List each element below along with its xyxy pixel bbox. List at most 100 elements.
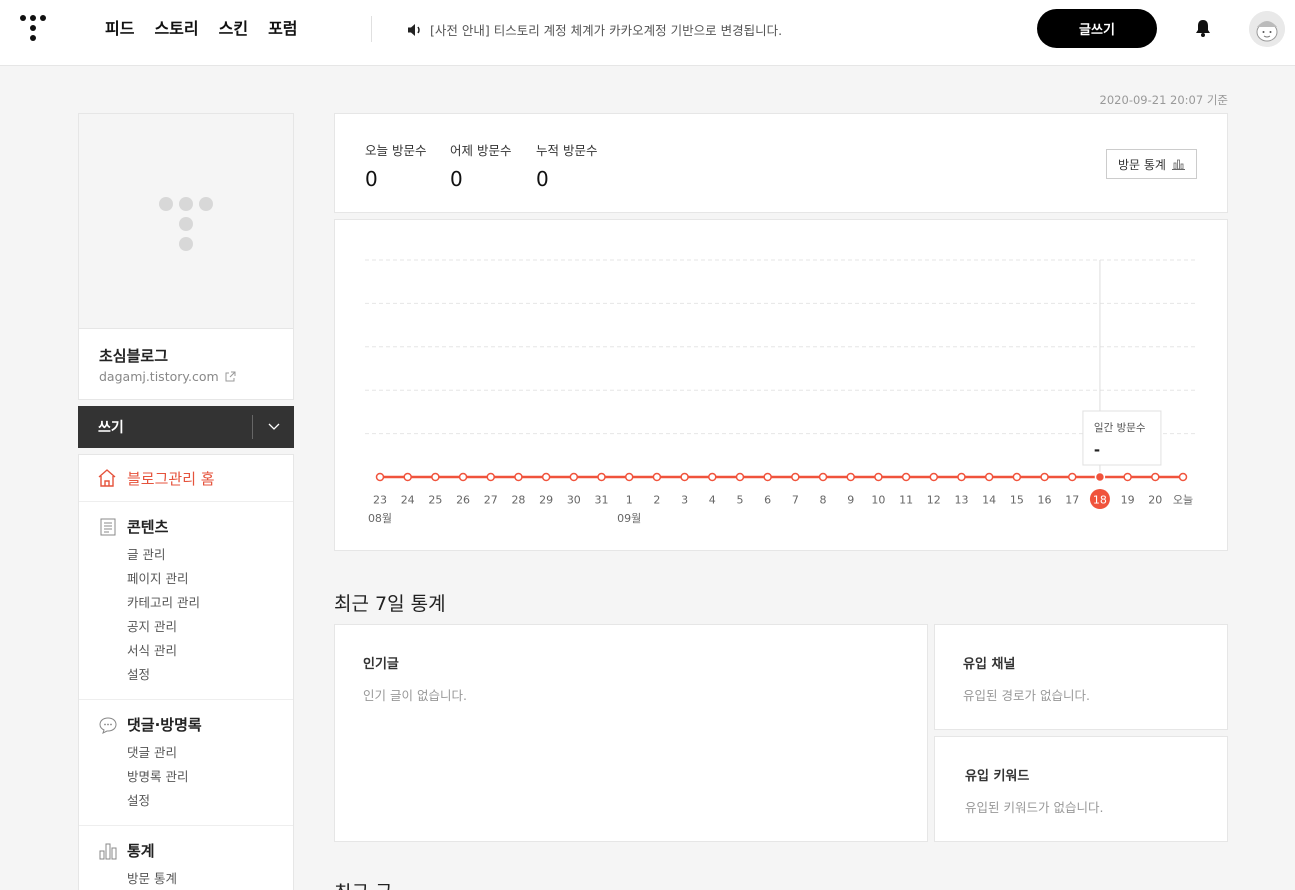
home-icon xyxy=(98,469,116,487)
chart-point xyxy=(708,472,717,482)
chart-x-tick-label: 19 xyxy=(1121,494,1135,507)
sidebar-title-label: 댓글·방명록 xyxy=(127,716,202,734)
chart-point xyxy=(818,472,828,482)
chart-x-tick-label: 23 xyxy=(373,494,387,507)
keyword-empty-text: 유입된 키워드가 없습니다. xyxy=(965,800,1104,815)
chart-x-tick-label: 7 xyxy=(792,494,799,507)
chart-x-tick-label: 12 xyxy=(927,494,941,507)
chart-x-tick-label: 25 xyxy=(428,494,442,507)
sidebar-title-comments[interactable]: 댓글·방명록 xyxy=(79,714,293,735)
sidebar-item-label: 블로그관리 홈 xyxy=(127,469,215,488)
chart-point xyxy=(431,472,440,482)
chart-point xyxy=(403,472,412,482)
chart-x-tick-label: 11 xyxy=(899,494,913,507)
visit-stats-button-label: 방문 통계 xyxy=(1118,157,1166,172)
avatar[interactable] xyxy=(1249,11,1285,47)
chart-month-label: 08월 xyxy=(368,512,392,525)
top-header: 피드 스토리 스킨 포럼 [사전 안내] 티스토리 계정 체계가 카카오계정 기… xyxy=(0,0,1295,66)
sidebar-item-notice-manage[interactable]: 공지 관리 xyxy=(79,615,293,639)
stat-today-value: 0 xyxy=(365,167,378,191)
chart-x-tick-label: 27 xyxy=(484,494,498,507)
chart-x-tick-label: 30 xyxy=(567,494,581,507)
blog-name[interactable]: 초심블로그 xyxy=(99,345,168,366)
blog-profile-card: 초심블로그 dagamj.tistory.com xyxy=(78,113,294,400)
chart-x-tick-label: 8 xyxy=(820,494,827,507)
nav-skin[interactable]: 스킨 xyxy=(219,18,248,40)
visit-stats-button[interactable]: 방문 통계 xyxy=(1106,149,1197,179)
sidebar-title-stats[interactable]: 통계 xyxy=(79,840,293,861)
chart-x-tick-label: 3 xyxy=(681,494,688,507)
chart-point xyxy=(541,472,551,482)
chart-x-tick-label: 9 xyxy=(847,494,854,507)
chart-x-tick-label: 29 xyxy=(539,494,553,507)
bell-icon[interactable] xyxy=(1193,18,1213,38)
sidebar-section-comments: 댓글·방명록 댓글 관리 방명록 관리 설정 xyxy=(79,700,293,826)
notice-banner[interactable]: [사전 안내] 티스토리 계정 체계가 카카오계정 기반으로 변경됩니다. xyxy=(407,20,782,39)
sidebar-item-guestbook-manage[interactable]: 방명록 관리 xyxy=(79,765,293,789)
chart-point xyxy=(957,472,966,482)
chart-x-tick-label: 14 xyxy=(982,494,996,507)
write-dropdown-button[interactable] xyxy=(253,423,294,431)
chart-x-tick-label: 16 xyxy=(1038,494,1052,507)
chart-x-tick-label: 10 xyxy=(871,494,885,507)
chart-month-label: 09월 xyxy=(617,512,641,525)
recent-posts-title: 최근 글 xyxy=(334,878,392,890)
chart-point xyxy=(735,472,745,482)
chart-point xyxy=(929,472,939,482)
sidebar-item-category-manage[interactable]: 카테고리 관리 xyxy=(79,591,293,615)
sidebar-item-visit-stats[interactable]: 방문 통계 xyxy=(79,867,293,890)
chart-point xyxy=(624,472,634,482)
write-post-button[interactable]: 글쓰기 xyxy=(1037,9,1157,48)
nav-feed[interactable]: 피드 xyxy=(105,18,134,40)
chart-x-tick-label: 20 xyxy=(1148,494,1162,507)
chart-point xyxy=(763,472,772,482)
chart-x-tick-label: 2 xyxy=(653,494,660,507)
nav-story[interactable]: 스토리 xyxy=(154,18,198,40)
sidebar-item-template-manage[interactable]: 서식 관리 xyxy=(79,639,293,663)
header-divider xyxy=(371,16,372,42)
recent7-title: 최근 7일 통계 xyxy=(334,593,446,615)
sidebar-item-page-manage[interactable]: 페이지 관리 xyxy=(79,567,293,591)
chart-point xyxy=(874,472,883,482)
bar-chart-icon xyxy=(99,843,117,859)
sidebar-title-label: 통계 xyxy=(127,842,155,860)
blog-profile-image xyxy=(79,114,293,329)
sidebar-item-contents-settings[interactable]: 설정 xyxy=(79,663,293,687)
chart-tooltip-value: - xyxy=(1094,441,1100,459)
stat-yesterday-label: 어제 방문수 xyxy=(450,143,512,158)
speech-bubble-icon xyxy=(99,716,117,734)
chart-x-tick-label: 26 xyxy=(456,494,470,507)
write-bar: 쓰기 xyxy=(78,406,294,448)
chart-x-tick-label: 15 xyxy=(1010,494,1024,507)
keyword-title: 유입 키워드 xyxy=(965,769,1030,784)
sidebar-item-post-manage[interactable]: 글 관리 xyxy=(79,543,293,567)
blog-url-link[interactable]: dagamj.tistory.com xyxy=(99,369,236,384)
popular-posts-card: 인기글 인기 글이 없습니다. xyxy=(334,624,928,842)
chevron-down-icon xyxy=(268,423,279,430)
visit-summary-card: 오늘 방문수 0 어제 방문수 0 누적 방문수 0 방문 통계 xyxy=(334,113,1228,213)
speaker-icon xyxy=(408,23,420,36)
chart-point xyxy=(597,472,606,482)
chart-point xyxy=(569,472,579,482)
chart-point xyxy=(1178,472,1188,482)
tistory-logo[interactable] xyxy=(20,15,46,43)
document-icon xyxy=(100,518,116,535)
channel-title: 유입 채널 xyxy=(963,657,1016,672)
chart-point-highlight xyxy=(1094,471,1106,483)
nav-forum[interactable]: 포럼 xyxy=(268,18,297,40)
sidebar-item-comments-settings[interactable]: 설정 xyxy=(79,789,293,813)
chart-x-tick-label: 오늘 xyxy=(1173,494,1193,507)
sidebar-item-comment-manage[interactable]: 댓글 관리 xyxy=(79,741,293,765)
chart-point xyxy=(984,472,994,482)
chart-x-tick-label: 13 xyxy=(954,494,968,507)
stat-total: 누적 방문수 0 xyxy=(536,140,597,191)
write-bar-button[interactable]: 쓰기 xyxy=(78,417,252,437)
chart-x-tick-label: 17 xyxy=(1065,494,1079,507)
popular-title: 인기글 xyxy=(363,657,399,672)
bar-chart-icon xyxy=(1171,159,1185,170)
chart-x-tick-label: 5 xyxy=(736,494,743,507)
chart-point xyxy=(1123,472,1132,482)
sidebar-item-home[interactable]: 블로그관리 홈 xyxy=(79,455,293,502)
stats-timestamp: 2020-09-21 20:07 기준 xyxy=(1099,93,1228,107)
sidebar-title-contents[interactable]: 콘텐츠 xyxy=(79,516,293,537)
